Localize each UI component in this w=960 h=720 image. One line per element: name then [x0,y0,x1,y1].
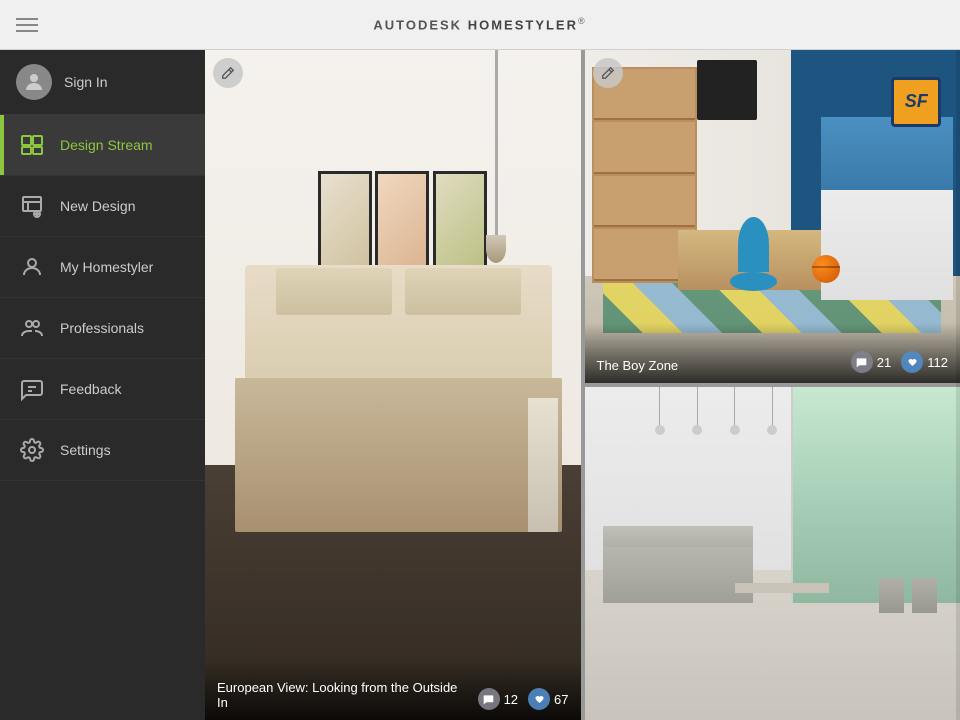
menu-button[interactable] [16,14,38,36]
my-homestyler-icon [16,251,48,283]
bed [235,251,562,532]
basketball [812,255,840,283]
comment-icon [478,688,500,710]
hamburger-line-3 [16,30,38,32]
sidebar: Sign In Design Stream New Design [0,50,205,720]
design-stream-icon [16,129,48,161]
hamburger-line-2 [16,24,38,26]
like-count-boy: 112 [927,355,948,370]
sidebar-item-professionals[interactable]: Professionals [0,298,205,359]
professionals-icon [16,312,48,344]
sf-logo: SF [891,77,941,127]
boy-bed [821,117,952,300]
sidebar-item-feedback[interactable]: Feedback [0,359,205,420]
sidebar-item-settings[interactable]: Settings [0,420,205,481]
like-stat-boy: 112 [901,351,948,373]
chair-back [738,217,770,273]
card-title-boy: The Boy Zone [597,358,843,373]
pillows [276,268,522,314]
pillow-2 [405,268,522,314]
pendant-1 [659,387,660,427]
modern-chairs [879,578,937,613]
title-prefix: AUTODESK [373,18,462,33]
design-stream-label: Design Stream [60,137,153,153]
boy-monitor [697,60,757,120]
like-stat: 67 [528,688,568,710]
edit-button[interactable] [213,58,243,88]
sign-in-label[interactable]: Sign In [64,74,108,90]
new-design-label: New Design [60,198,135,214]
new-design-icon [16,190,48,222]
pendant-2 [697,387,698,427]
comment-stat-boy: 21 [851,351,891,373]
feedback-label: Feedback [60,381,121,397]
card-modern-living[interactable] [585,387,960,720]
sofa-back [603,526,753,547]
pendant-4 [772,387,773,427]
boy-mattress [821,117,952,190]
room-modern-scene [585,387,960,720]
comment-stat: 12 [478,688,518,710]
card-overlay-boy: The Boy Zone 21 112 [585,323,960,383]
card-overlay: European View: Looking from the Outside … [205,660,581,720]
header: AUTODESK HOMESTYLER® [0,0,960,50]
chair-a [879,578,904,613]
sidebar-item-design-stream[interactable]: Design Stream [0,115,205,176]
like-count: 67 [554,692,568,707]
chair-seat [730,272,777,291]
title-main: HOMESTYLER [468,18,578,33]
edit-button-boy[interactable] [593,58,623,88]
sidebar-user-row[interactable]: Sign In [0,50,205,115]
modern-window [791,387,960,603]
modern-sofa [603,544,753,604]
boy-chair [727,217,780,310]
app-title: AUTODESK HOMESTYLER® [373,16,586,32]
sidebar-item-new-design[interactable]: New Design [0,176,205,237]
my-homestyler-label: My Homestyler [60,259,153,275]
modern-coffee-table [735,583,829,593]
comment-count: 12 [504,692,518,707]
feedback-icon [16,373,48,405]
pendant-3 [734,387,735,427]
title-sup: ® [578,16,587,26]
sidebar-item-my-homestyler[interactable]: My Homestyler [0,237,205,298]
card-title: European View: Looking from the Outside … [217,680,470,710]
design-feed: European View: Looking from the Outside … [205,50,960,720]
heart-icon-boy [901,351,923,373]
pendant-lights [641,387,791,427]
card-boy-zone[interactable]: SF The Boy Zone 21 [585,50,960,383]
side-table [528,398,558,532]
hamburger-line-1 [16,18,38,20]
bed-frame [235,378,562,533]
card-stats: 12 67 [478,688,569,710]
settings-icon [16,434,48,466]
heart-icon [528,688,550,710]
pillow-1 [276,268,393,314]
card-european-view[interactable]: European View: Looking from the Outside … [205,50,581,720]
pendant-lamp [495,50,498,251]
room-bedroom-scene [205,50,581,720]
chair-b [912,578,937,613]
card-stats-boy: 21 112 [851,351,948,373]
comment-count-boy: 21 [877,355,891,370]
avatar [16,64,52,100]
professionals-label: Professionals [60,320,144,336]
comment-icon-boy [851,351,873,373]
settings-label: Settings [60,442,111,458]
